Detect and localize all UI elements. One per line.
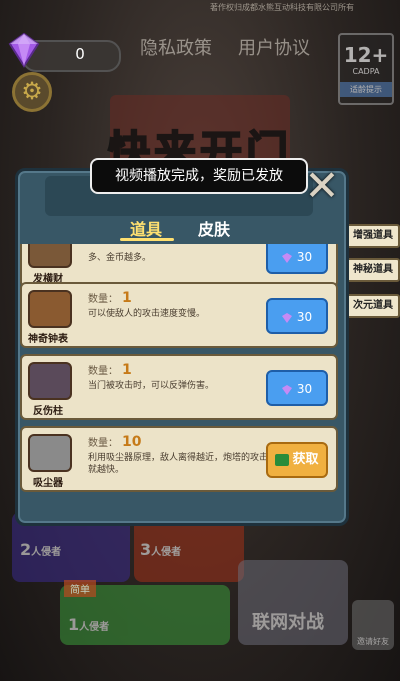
side-tag-mystery[interactable]: 神秘道具 xyxy=(346,258,400,282)
quantity-label: 数量： xyxy=(88,366,118,377)
quantity-label: 数量： xyxy=(88,438,118,449)
mode-three-label: 人侵者 xyxy=(151,547,182,558)
obtain-label: 获取 xyxy=(292,452,319,467)
item-list[interactable]: 发横财 多、金币越多。 30 神奇钟表 数量： 1 可以使敌人的攻击速度变慢。 3… xyxy=(20,244,338,494)
age-rating-org: CADPA xyxy=(352,67,380,76)
close-icon[interactable]: ✕ xyxy=(302,165,342,207)
item-name: 神奇钟表 xyxy=(28,334,68,345)
clock-icon xyxy=(28,290,72,328)
quantity-value: 1 xyxy=(122,290,132,306)
money-chest-icon xyxy=(28,244,72,268)
mode-one-num: 1 xyxy=(68,615,80,634)
item-price: 30 xyxy=(296,250,313,264)
mode-two-label: 人侵者 xyxy=(31,547,62,558)
buy-button[interactable]: 30 xyxy=(266,244,328,274)
video-icon xyxy=(275,453,290,466)
side-tag-enhance[interactable]: 增强道具 xyxy=(346,224,400,248)
mode-two-num: 2 xyxy=(20,540,32,559)
buy-button[interactable]: 30 xyxy=(266,370,328,406)
difficulty-badge: 简单 xyxy=(64,580,96,597)
item-price: 30 xyxy=(296,382,313,396)
obtain-video-button[interactable]: 获取 xyxy=(266,442,328,478)
mode-one-label: 人侵者 xyxy=(79,622,110,633)
online-battle-label: 联网对战 xyxy=(252,612,324,633)
active-tab-indicator xyxy=(120,238,174,241)
item-desc: 可以使敌人的攻击速度变慢。 xyxy=(88,309,206,319)
list-item: 神奇钟表 数量： 1 可以使敌人的攻击速度变慢。 30 xyxy=(20,282,338,348)
tab-items[interactable]: 道具 xyxy=(130,216,162,240)
mode-three-num: 3 xyxy=(140,540,152,559)
diamond-icon xyxy=(281,384,292,395)
item-quantity: 数量： 10 xyxy=(88,434,141,450)
item-desc: 多、金币越多。 xyxy=(88,253,152,263)
privacy-policy-link[interactable]: 隐私政策 xyxy=(140,34,212,60)
age-rating: 12+ xyxy=(343,43,389,67)
item-name: 吸尘器 xyxy=(33,478,63,489)
diamond-icon xyxy=(281,252,292,263)
item-price: 30 xyxy=(296,310,313,324)
side-tag-dimension[interactable]: 次元道具 xyxy=(346,294,400,318)
age-rating-badge[interactable]: 12+ CADPA 适龄提示 xyxy=(338,33,394,105)
diamond-icon xyxy=(8,32,40,68)
item-name: 反伤柱 xyxy=(33,406,63,417)
age-rating-tip: 适龄提示 xyxy=(340,82,392,97)
item-quantity: 数量： 1 xyxy=(88,290,132,306)
invite-friends-button[interactable]: 邀请好友 xyxy=(352,600,394,650)
settings-gear-icon[interactable]: ⚙ xyxy=(12,72,52,112)
vacuum-icon xyxy=(28,434,72,472)
invite-friends-label: 邀请好友 xyxy=(357,637,389,646)
reward-toast: 视频播放完成，奖励已发放 xyxy=(90,158,308,194)
spike-pillar-icon xyxy=(28,362,72,400)
quantity-value: 10 xyxy=(122,434,142,450)
item-desc: 利用吸尘器原理，敌人离得越近，炮塔的攻击就越快。 xyxy=(88,453,269,475)
gem-count: 0 xyxy=(75,45,85,63)
online-battle-button[interactable]: 联网对战 xyxy=(238,560,348,645)
list-item: 反伤柱 数量： 1 当门被攻击时，可以反弹伤害。 30 xyxy=(20,354,338,420)
quantity-label: 数量： xyxy=(88,294,118,305)
item-desc: 当门被攻击时，可以反弹伤害。 xyxy=(88,381,215,391)
buy-button[interactable]: 30 xyxy=(266,298,328,334)
copyright-text: 著作权归成都水熊互动科技有限公司所有 xyxy=(210,3,354,12)
tab-skins[interactable]: 皮肤 xyxy=(198,216,230,240)
user-agreement-link[interactable]: 用户协议 xyxy=(238,34,310,60)
item-quantity: 数量： 1 xyxy=(88,362,132,378)
list-item: 吸尘器 数量： 10 利用吸尘器原理，敌人离得越近，炮塔的攻击就越快。 获取 xyxy=(20,426,338,492)
quantity-value: 1 xyxy=(122,362,132,378)
diamond-icon xyxy=(281,312,292,323)
